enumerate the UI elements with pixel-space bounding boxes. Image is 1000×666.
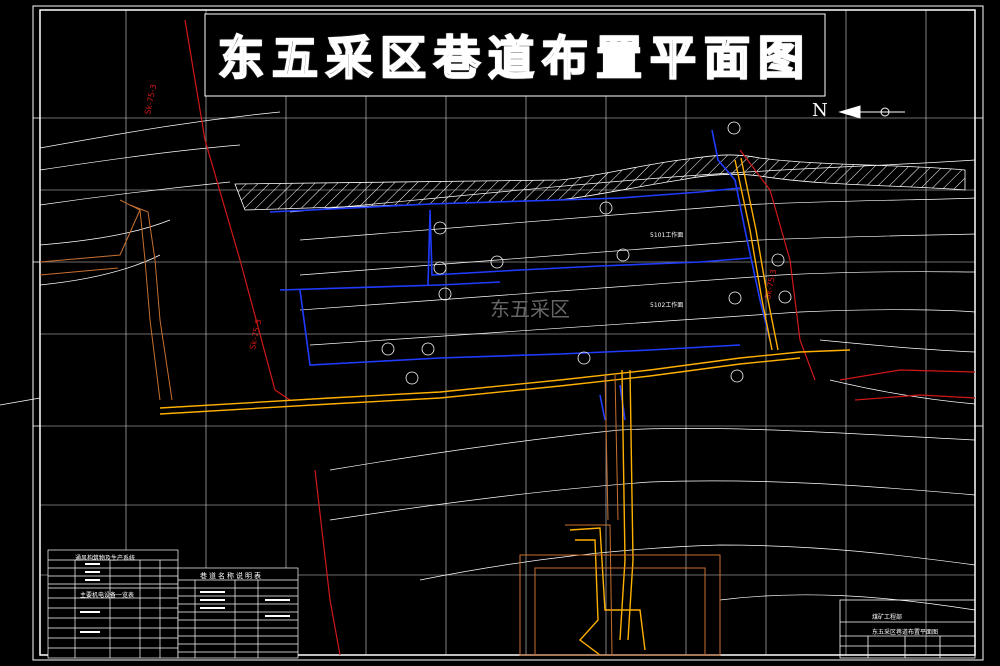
working-face-label-2: 5102工作面 (650, 302, 684, 309)
fault-zone (234, 154, 966, 211)
north-arrow-icon (838, 105, 905, 119)
drawing-title-frame: 东五采区巷道布置平面图 (205, 16, 825, 94)
roadway-table-title: 巷道名称说明表 (200, 572, 263, 580)
mine-plan-canvas: Sk-75-3 Sk-75-3 Sk-75-3 (0, 5, 984, 661)
svg-text:Sk-75-3: Sk-75-3 (143, 83, 158, 115)
drawing-title: 东五采区巷道布置平面图 (217, 30, 812, 86)
inner-frame (39, 9, 976, 656)
title-block-drawing-name: 东五采区巷道布置平面图 (872, 629, 939, 636)
svg-text:Sk-75-3: Sk-75-3 (248, 318, 263, 350)
title-block-company: 煤矿工程部 (872, 614, 903, 621)
working-face-label-1: 5101工作面 (650, 232, 684, 239)
ventilation-table-title: 通风构筑物及生产系统 (75, 555, 136, 562)
legend-tables (47, 549, 299, 659)
shaft-outline (519, 374, 721, 656)
coordinate-grid (40, 10, 975, 655)
boundary-tags: Sk-75-3 Sk-75-3 Sk-75-3 (143, 83, 778, 350)
north-label: N (812, 100, 828, 121)
power-table-title: 主要机电设备一览表 (80, 592, 135, 599)
left-roadway-structure (39, 199, 173, 401)
watermark: 东五采区 (490, 297, 570, 321)
